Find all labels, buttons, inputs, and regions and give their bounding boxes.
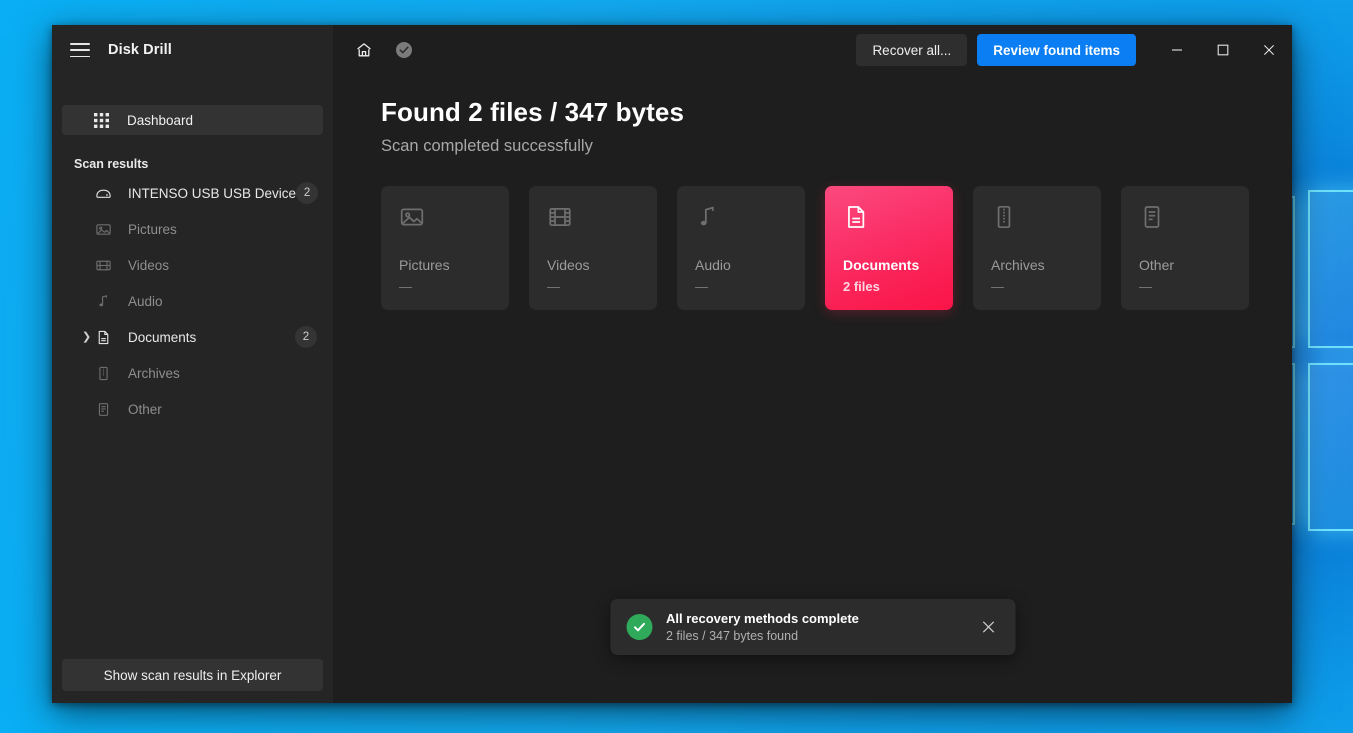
category-card-title: Pictures xyxy=(399,257,450,273)
wallpaper-window-pane xyxy=(1308,190,1353,348)
category-card-videos[interactable]: Videos — xyxy=(529,186,657,310)
document-icon xyxy=(94,328,112,346)
sidebar: Disk Drill Dashboard Scan results INTENS… xyxy=(52,25,333,703)
audio-icon xyxy=(94,292,112,310)
archive-icon xyxy=(991,204,1017,230)
audio-icon xyxy=(695,204,721,230)
sidebar-item-label: Other xyxy=(128,401,162,417)
category-card-count: — xyxy=(991,279,1004,294)
content-area: Found 2 files / 347 bytes Scan completed… xyxy=(333,75,1292,310)
category-card-count: — xyxy=(399,279,412,294)
category-card-title: Other xyxy=(1139,257,1175,273)
toast-notification: All recovery methods complete 2 files / … xyxy=(610,599,1015,655)
category-card-count: — xyxy=(1139,279,1152,294)
app-title: Disk Drill xyxy=(108,42,172,58)
sidebar-item-other[interactable]: Other xyxy=(62,394,323,424)
category-card-archives[interactable]: Archives — xyxy=(973,186,1101,310)
close-button[interactable] xyxy=(1246,25,1292,75)
hamburger-menu-icon[interactable] xyxy=(70,43,90,57)
sidebar-item-label: Dashboard xyxy=(127,112,194,128)
toast-close-icon[interactable] xyxy=(975,614,1001,640)
other-icon xyxy=(1139,204,1165,230)
sidebar-item-archives[interactable]: Archives xyxy=(62,358,323,388)
chevron-right-icon[interactable]: ❯ xyxy=(82,331,94,343)
category-card-title: Archives xyxy=(991,257,1045,273)
titlebar: Recover all... Review found items xyxy=(333,25,1292,75)
review-found-items-button[interactable]: Review found items xyxy=(977,34,1136,66)
sidebar-item-intenso-usb-device[interactable]: INTENSO USB USB Device 2 xyxy=(62,178,323,208)
category-card-other[interactable]: Other — xyxy=(1121,186,1249,310)
video-icon xyxy=(547,204,573,230)
sidebar-item-label: Documents xyxy=(128,329,197,345)
sidebar-item-dashboard[interactable]: Dashboard xyxy=(62,105,323,135)
home-icon[interactable] xyxy=(350,36,378,64)
video-icon xyxy=(94,256,112,274)
category-card-pictures[interactable]: Pictures — xyxy=(381,186,509,310)
page-title: Found 2 files / 347 bytes xyxy=(381,97,685,127)
category-card-grid: Pictures — Videos — Audio — Documents 2 … xyxy=(381,186,1292,310)
sidebar-item-badge: 2 xyxy=(295,326,317,348)
category-card-count: — xyxy=(695,279,708,294)
disk-drill-window: Disk Drill Dashboard Scan results INTENS… xyxy=(52,25,1292,703)
sidebar-item-label: Pictures xyxy=(128,221,177,237)
sidebar-item-pictures[interactable]: Pictures xyxy=(62,214,323,244)
sidebar-item-videos[interactable]: Videos xyxy=(62,250,323,280)
show-scan-results-in-explorer-button[interactable]: Show scan results in Explorer xyxy=(62,659,323,691)
picture-icon xyxy=(94,220,112,238)
category-card-count: 2 files xyxy=(843,279,880,294)
sidebar-item-label: Archives xyxy=(128,365,180,381)
archive-icon xyxy=(94,364,112,382)
category-card-documents[interactable]: Documents 2 files xyxy=(825,186,953,310)
sidebar-item-label: Audio xyxy=(128,293,163,309)
sidebar-item-audio[interactable]: Audio xyxy=(62,286,323,316)
check-circle-icon[interactable] xyxy=(390,36,418,64)
other-icon xyxy=(94,400,112,418)
grid-icon xyxy=(92,111,110,129)
toast-title: All recovery methods complete xyxy=(666,611,859,626)
sidebar-header: Disk Drill xyxy=(52,25,333,75)
category-card-audio[interactable]: Audio — xyxy=(677,186,805,310)
sidebar-section-scan-results: Scan results xyxy=(74,157,149,171)
maximize-button[interactable] xyxy=(1200,25,1246,75)
main-panel: Recover all... Review found items Found … xyxy=(333,25,1292,703)
category-card-title: Documents xyxy=(843,257,920,273)
category-card-title: Audio xyxy=(695,257,731,273)
picture-icon xyxy=(399,204,425,230)
wallpaper-window-pane xyxy=(1308,363,1353,531)
sidebar-item-documents[interactable]: ❯ Documents 2 xyxy=(62,322,323,352)
toast-text-group: All recovery methods complete 2 files / … xyxy=(666,611,975,643)
sidebar-item-badge: 2 xyxy=(296,182,319,204)
document-icon xyxy=(843,204,869,230)
page-subtitle: Scan completed successfully xyxy=(381,137,593,155)
recover-all-button[interactable]: Recover all... xyxy=(856,34,968,66)
disk-icon xyxy=(94,184,112,202)
success-check-icon xyxy=(626,614,652,640)
sidebar-item-label: INTENSO USB USB Device xyxy=(128,185,297,201)
toast-subtitle: 2 files / 347 bytes found xyxy=(666,629,799,643)
minimize-button[interactable] xyxy=(1154,25,1200,75)
category-card-title: Videos xyxy=(547,257,590,273)
category-card-count: — xyxy=(547,279,560,294)
sidebar-item-label: Videos xyxy=(128,257,170,273)
desktop-background: Disk Drill Dashboard Scan results INTENS… xyxy=(0,0,1353,733)
